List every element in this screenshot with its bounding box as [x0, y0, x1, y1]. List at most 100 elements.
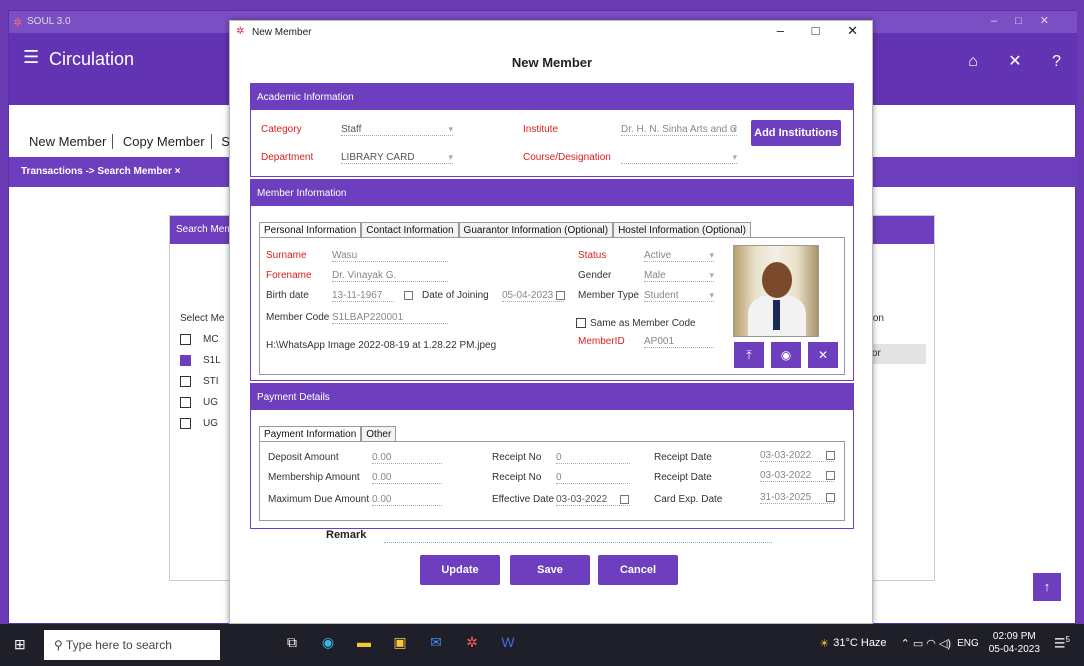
birth-date-input[interactable]: 13-11-1967	[332, 290, 394, 302]
receipt-no-input[interactable]: 0	[556, 472, 630, 484]
membership-amount-label: Membership Amount	[268, 472, 360, 483]
calendar-icon[interactable]	[404, 291, 413, 300]
clock[interactable]: 02:09 PM 05-04-2023	[989, 630, 1040, 656]
tab-other[interactable]: Other	[361, 426, 397, 442]
tray-icons[interactable]: ⌃ ▭ ◠ ◁)	[901, 637, 952, 650]
file-explorer-icon[interactable]: ▬	[352, 634, 376, 654]
personal-info-body: Surname Wasu Forename Dr. Vinayak G. Bir…	[259, 237, 845, 375]
help-icon[interactable]: ?	[1052, 53, 1061, 70]
date-of-joining-input[interactable]: 05-04-2023	[502, 290, 564, 302]
calendar-icon[interactable]	[826, 493, 835, 502]
calendar-icon[interactable]	[620, 495, 629, 504]
dialog-titlebar: ✲ New Member – □ ✕	[230, 21, 872, 45]
department-select[interactable]: LIBRARY CARD	[341, 152, 453, 164]
member-type-select[interactable]: Student	[644, 290, 714, 302]
list-item[interactable]: STI	[180, 371, 224, 392]
task-view-icon[interactable]: ⧉	[280, 634, 304, 654]
date-of-joining-label: Date of Joining	[422, 290, 489, 301]
bg-window-controls[interactable]: –□✕	[991, 14, 1067, 27]
gender-select[interactable]: Male	[644, 270, 714, 282]
taskbar-search[interactable]: ⚲ Type here to search	[44, 630, 220, 660]
deposit-amount-label: Deposit Amount	[268, 452, 339, 463]
memberid-input[interactable]: AP001	[644, 336, 714, 348]
member-code-input[interactable]: S1LBAP220001	[332, 312, 448, 324]
row-checkbox[interactable]	[180, 334, 191, 345]
category-select[interactable]: Staff	[341, 124, 453, 136]
calendar-icon[interactable]	[556, 291, 565, 300]
remove-photo-icon[interactable]: ✕	[808, 342, 838, 368]
row-checkbox[interactable]	[180, 355, 191, 366]
list-item[interactable]: MC	[180, 329, 224, 350]
close-icon[interactable]: ✕	[1008, 53, 1021, 70]
row-checkbox[interactable]	[180, 418, 191, 429]
calendar-icon[interactable]	[826, 471, 835, 480]
windows-start-icon[interactable]: ⊞	[14, 636, 26, 653]
tab-payment-information[interactable]: Payment Information	[259, 426, 362, 442]
save-button[interactable]: Save	[510, 555, 590, 585]
notification-icon[interactable]: ☰5	[1054, 635, 1070, 651]
member-section: Member Information Personal Information …	[250, 179, 854, 381]
member-code-label: Member Code	[266, 312, 330, 323]
row-checkbox[interactable]	[180, 397, 191, 408]
institute-select[interactable]: Dr. H. N. Sinha Arts and C	[621, 124, 737, 136]
member-type-label: Member Type	[578, 290, 639, 301]
receipt-date-input[interactable]: 03-03-2022	[760, 470, 834, 482]
receipt-no-input[interactable]: 0	[556, 452, 630, 464]
close-icon[interactable]: ✕	[847, 23, 858, 38]
list-item[interactable]: UG	[180, 392, 224, 413]
maximize-icon[interactable]: □	[812, 23, 820, 38]
deposit-amount-input[interactable]: 0.00	[372, 452, 442, 464]
max-due-amount-input[interactable]: 0.00	[372, 494, 442, 506]
subnav-new-member[interactable]: New Member	[23, 134, 114, 149]
tab-personal-information[interactable]: Personal Information	[259, 222, 362, 238]
weather-text[interactable]: 31°C Haze	[833, 637, 886, 649]
list-item[interactable]: UG	[180, 413, 224, 434]
list-item[interactable]: S1L	[180, 350, 224, 371]
member-list: Select Me MC S1L STI UG UG	[180, 308, 224, 434]
remark-input[interactable]	[384, 541, 772, 543]
status-select[interactable]: Active	[644, 250, 714, 262]
upload-icon[interactable]: ⤒	[734, 342, 764, 368]
camera-icon[interactable]: ◉	[771, 342, 801, 368]
minimize-icon[interactable]: –	[777, 23, 784, 38]
receipt-no-label: Receipt No	[492, 472, 542, 483]
same-as-code-checkbox[interactable]	[576, 318, 586, 329]
course-select[interactable]	[621, 152, 737, 164]
scroll-top-button[interactable]: ↑	[1033, 573, 1061, 601]
mail-icon[interactable]: ✉	[424, 634, 448, 654]
taskbar: ⊞ ⚲ Type here to search ⧉ ◉ ▬ ▣ ✉ ✲ W ☀ …	[0, 624, 1084, 666]
nav-membership[interactable]: Membership	[23, 103, 100, 118]
calendar-icon[interactable]	[826, 451, 835, 460]
hamburger-menu-icon[interactable]: ☰	[23, 47, 39, 68]
payment-title: Payment Details	[251, 384, 853, 410]
breadcrumb[interactable]: Transactions -> Search Member ×	[21, 166, 181, 177]
module-title: Circulation	[49, 49, 135, 69]
home-icon[interactable]: ⌂	[968, 53, 978, 70]
surname-label: Surname	[266, 250, 307, 261]
edge-icon[interactable]: ◉	[316, 634, 340, 654]
weather-icon[interactable]: ☀	[819, 637, 829, 650]
card-exp-date-input[interactable]: 31-03-2025	[760, 492, 834, 504]
row-checkbox[interactable]	[180, 376, 191, 387]
gender-label: Gender	[578, 270, 612, 281]
subnav-copy-member[interactable]: Copy Member	[116, 134, 212, 149]
tab-guarantor-information[interactable]: Guarantor Information (Optional)	[458, 222, 614, 238]
soul-app-icon[interactable]: ✲	[460, 634, 484, 654]
store-icon[interactable]: ▣	[388, 634, 412, 654]
forename-input[interactable]: Dr. Vinayak G.	[332, 270, 448, 282]
add-institutions-button[interactable]: Add Institutions	[751, 120, 841, 146]
membership-amount-input[interactable]: 0.00	[372, 472, 442, 484]
academic-title: Academic Information	[251, 84, 853, 110]
nav-transaction[interactable]: Transaction	[113, 103, 186, 118]
cancel-button[interactable]: Cancel	[598, 555, 678, 585]
surname-input[interactable]: Wasu	[332, 250, 448, 262]
tab-hostel-information[interactable]: Hostel Information (Optional)	[613, 222, 751, 238]
effective-date-input[interactable]: 03-03-2022	[556, 494, 630, 506]
update-button[interactable]: Update	[420, 555, 500, 585]
tab-contact-information[interactable]: Contact Information	[361, 222, 459, 238]
course-label: Course/Designation	[523, 152, 611, 163]
same-as-member-code[interactable]: Same as Member Code	[576, 318, 696, 329]
receipt-date-input[interactable]: 03-03-2022	[760, 450, 834, 462]
language-indicator[interactable]: ENG	[957, 638, 979, 649]
word-icon[interactable]: W	[496, 634, 520, 654]
